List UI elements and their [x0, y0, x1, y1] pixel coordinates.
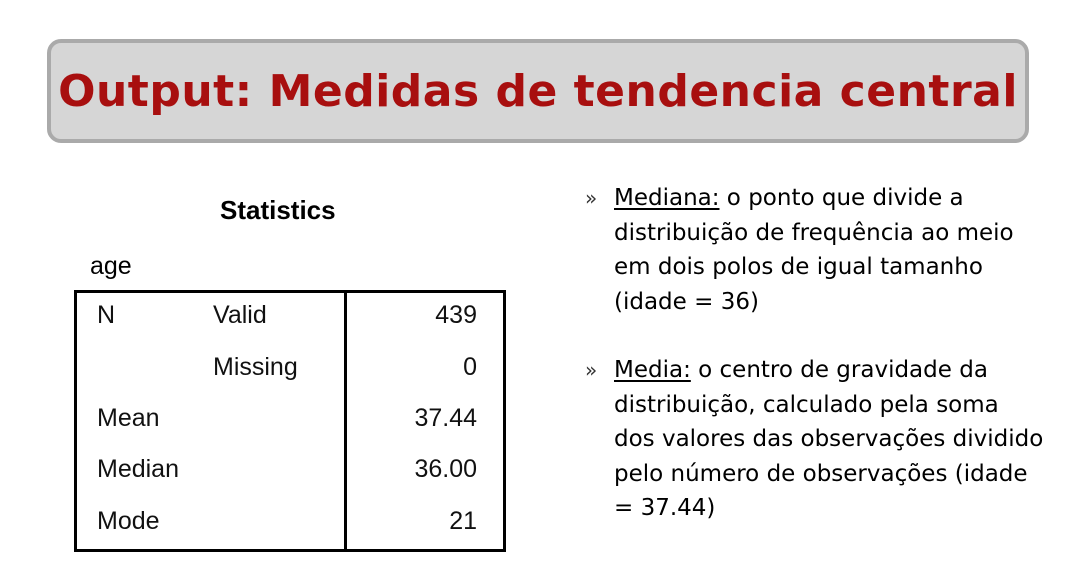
slide-title-box: Output: Medidas de tendencia central	[47, 39, 1029, 143]
bullet-marker: »	[585, 358, 598, 382]
term-mediana: Mediana:	[614, 185, 720, 211]
row-label-median: Median	[97, 455, 179, 483]
statistics-table: N Valid 439 Missing 0 Mean 37.44 Median …	[74, 290, 506, 552]
bullet-marker: »	[585, 186, 598, 210]
row-value-mode: 21	[449, 507, 477, 535]
row-value-mean: 37.44	[414, 404, 477, 432]
bullet-media: » Media: o centro de gravidade da distri…	[585, 353, 1045, 526]
row-label-n: N	[97, 301, 116, 329]
row-sublabel-missing: Missing	[213, 353, 298, 381]
definitions-list: » Mediana: o ponto que divide a distribu…	[585, 181, 1045, 526]
table-column-divider	[344, 293, 347, 549]
row-value-median: 36.00	[414, 455, 477, 483]
row-value-missing: 0	[463, 353, 477, 381]
row-label-mode: Mode	[97, 507, 160, 535]
statistics-heading: Statistics	[220, 195, 336, 225]
row-label-mean: Mean	[97, 404, 160, 432]
row-sublabel-valid: Valid	[213, 301, 267, 329]
bullet-mediana: » Mediana: o ponto que divide a distribu…	[585, 181, 1045, 319]
row-value-valid: 439	[435, 301, 477, 329]
slide-title: Output: Medidas de tendencia central	[58, 65, 1018, 117]
term-media: Media:	[614, 357, 691, 383]
variable-label: age	[90, 252, 132, 280]
